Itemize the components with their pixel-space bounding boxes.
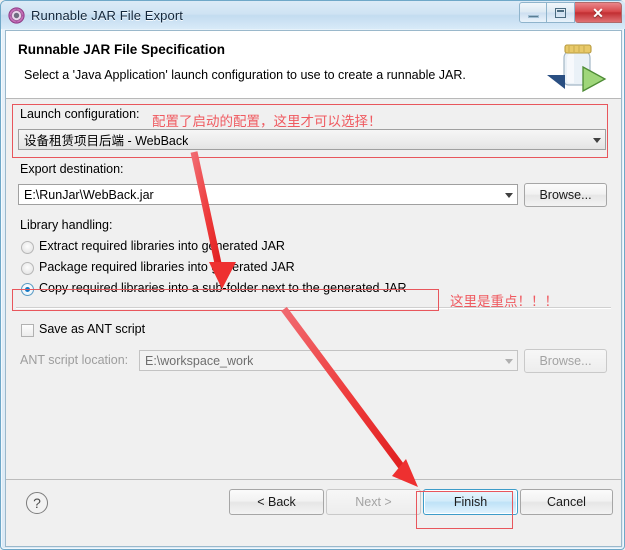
radio-extract-libraries-label[interactable]: Extract required libraries into generate… [39,239,285,253]
window-title: Runnable JAR File Export [31,7,183,23]
help-icon[interactable]: ? [26,492,48,514]
browse-destination-button[interactable]: Browse... [524,183,607,207]
wizard-content: Launch configuration: 设备租赁项目后端 - WebBack… [6,99,621,479]
window-controls: ✕ [519,2,622,23]
annotation-launch-note: 配置了启动的配置，这里才可以选择！ [152,114,382,130]
launch-configuration-value: 设备租赁项目后端 - WebBack [24,134,189,148]
page-description: Select a 'Java Application' launch confi… [24,68,466,82]
window-titlebar[interactable]: Runnable JAR File Export ✕ [1,1,625,29]
back-button[interactable]: < Back [229,489,324,515]
finish-button[interactable]: Finish [423,489,518,515]
export-destination-combo[interactable]: E:\RunJar\WebBack.jar [18,184,518,205]
dialog-body: Runnable JAR File Specification Select a… [5,30,622,547]
radio-package-libraries[interactable] [21,262,34,275]
maximize-icon [555,7,566,18]
export-destination-label: Export destination: [20,162,124,176]
save-as-ant-script-label[interactable]: Save as ANT script [39,322,145,336]
export-destination-value: E:\RunJar\WebBack.jar [24,187,154,202]
library-handling-label: Library handling: [20,218,113,232]
screenshot-root: Runnable JAR File Export ✕ Runnable JAR … [0,0,625,550]
browse-ant-script-button: Browse... [524,349,607,373]
launch-configuration-combo[interactable]: 设备租赁项目后端 - WebBack [18,129,606,150]
ant-script-location-value: E:\workspace_work [145,353,254,368]
maximize-button[interactable] [547,2,575,23]
launch-configuration-label: Launch configuration: [20,107,140,121]
wizard-header: Runnable JAR File Specification Select a… [6,31,621,99]
cancel-button[interactable]: Cancel [520,489,613,515]
ant-script-location-label: ANT script location: [20,353,129,367]
dialog-window: Runnable JAR File Export ✕ Runnable JAR … [0,0,625,550]
runnable-jar-icon [545,34,611,96]
ant-script-location-combo: E:\workspace_work [139,350,518,371]
chevron-down-icon [505,358,513,364]
minimize-icon [527,14,539,18]
annotation-copy-note: 这里是重点！！！ [450,294,558,310]
radio-copy-libraries[interactable] [21,283,34,296]
page-title: Runnable JAR File Specification [18,42,226,57]
chevron-down-icon [593,137,601,143]
save-as-ant-script-checkbox[interactable] [21,324,34,337]
close-button[interactable]: ✕ [575,2,622,23]
radio-extract-libraries[interactable] [21,241,34,254]
close-icon: ✕ [592,4,604,21]
dialog-button-bar: ? < Back Next > Finish Cancel [6,479,621,546]
minimize-button[interactable] [519,2,547,23]
jar-export-icon [8,6,25,24]
chevron-down-icon [505,192,513,198]
radio-package-libraries-label[interactable]: Package required libraries into generate… [39,260,295,274]
next-button: Next > [326,489,421,515]
radio-copy-libraries-label[interactable]: Copy required libraries into a sub-folde… [39,281,407,295]
